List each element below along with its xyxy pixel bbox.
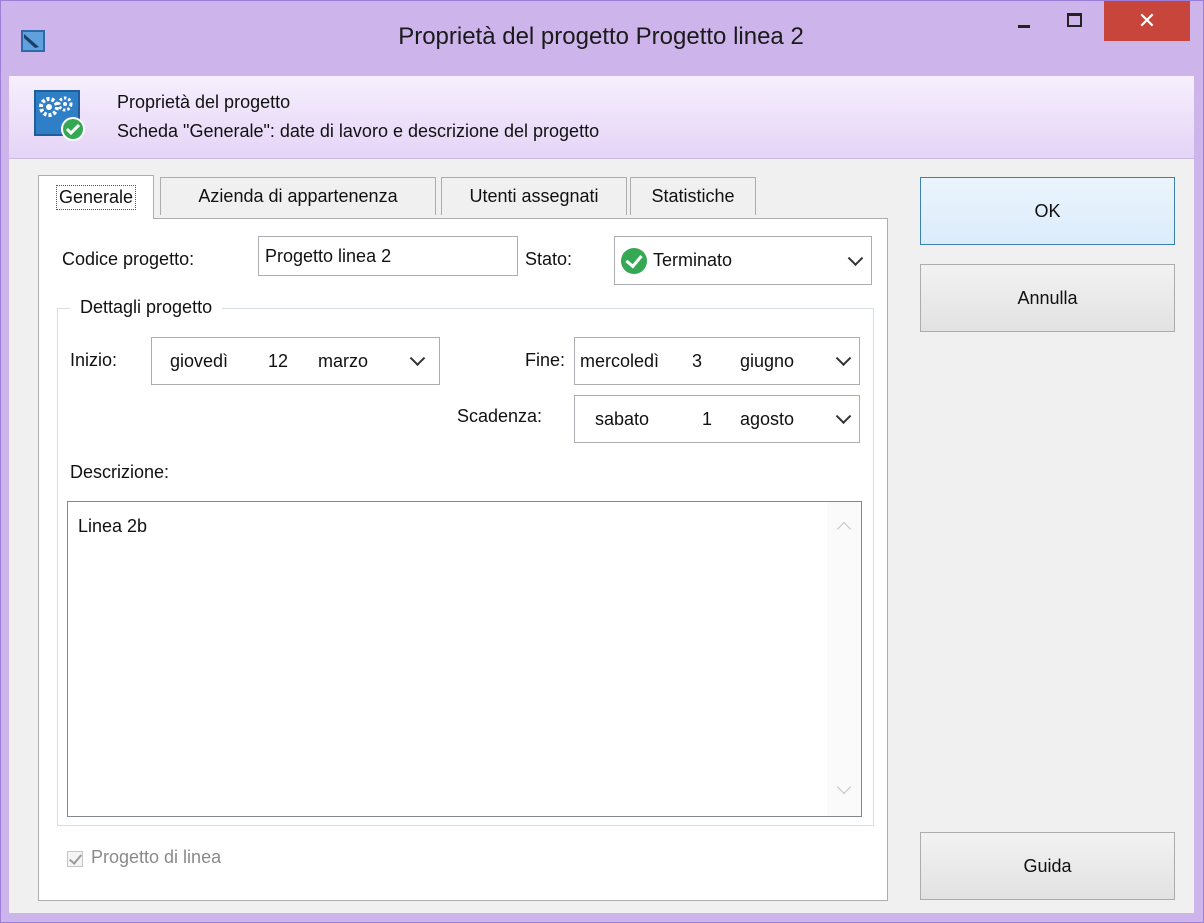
state-select[interactable]: Terminato bbox=[614, 236, 872, 285]
end-label: Fine: bbox=[525, 350, 566, 370]
start-label: Inizio: bbox=[70, 350, 118, 370]
close-icon: ✕ bbox=[1137, 8, 1157, 33]
help-button[interactable]: Guida bbox=[920, 832, 1175, 900]
start-day: 12 bbox=[268, 350, 289, 371]
ok-button[interactable]: OK bbox=[920, 177, 1175, 245]
deadline-day: 1 bbox=[702, 408, 713, 429]
start-month: marzo bbox=[318, 350, 369, 371]
deadline-weekday: sabato bbox=[595, 408, 650, 429]
start-date-picker[interactable]: giovedì 12 marzo bbox=[151, 337, 440, 385]
close-button[interactable]: ✕ bbox=[1104, 1, 1190, 41]
dialog-header: Proprietà del progetto Scheda "Generale"… bbox=[9, 76, 1194, 159]
chevron-down-icon bbox=[835, 350, 852, 367]
end-date-picker[interactable]: mercoledì 3 giugno bbox=[574, 337, 860, 385]
details-group-title: Dettagli progetto bbox=[70, 297, 223, 318]
settings-check-icon bbox=[34, 90, 85, 141]
tab-utenti[interactable]: Utenti assegnati bbox=[441, 177, 627, 215]
state-value: Terminato bbox=[653, 250, 733, 270]
description-textarea[interactable]: Linea 2b bbox=[67, 501, 862, 817]
line-project-checkbox[interactable] bbox=[67, 851, 83, 867]
check-circle-icon bbox=[621, 247, 647, 274]
chevron-down-icon bbox=[409, 350, 426, 367]
scroll-up-icon[interactable] bbox=[836, 521, 852, 537]
description-scrollbar[interactable] bbox=[827, 502, 861, 816]
app-icon bbox=[21, 30, 45, 52]
minimize-icon bbox=[1018, 24, 1030, 28]
state-label: Stato: bbox=[525, 249, 573, 269]
scroll-down-icon[interactable] bbox=[836, 779, 852, 795]
maximize-icon bbox=[1066, 13, 1082, 27]
header-title: Proprietà del progetto bbox=[117, 92, 291, 112]
end-month: giugno bbox=[740, 350, 795, 371]
window-title: Proprietà del progetto Progetto linea 2 bbox=[398, 23, 804, 50]
end-day: 3 bbox=[692, 350, 703, 371]
start-weekday: giovedì bbox=[170, 350, 229, 371]
minimize-button[interactable] bbox=[1004, 1, 1044, 39]
deadline-label: Scadenza: bbox=[457, 406, 543, 426]
title-bar[interactable]: Proprietà del progetto Progetto linea 2 … bbox=[1, 1, 1203, 77]
code-input[interactable]: Progetto linea 2 bbox=[258, 236, 518, 276]
tab-generale[interactable]: Generale bbox=[38, 175, 154, 219]
tab-statistiche[interactable]: Statistiche bbox=[630, 177, 756, 215]
description-label: Descrizione: bbox=[70, 462, 170, 482]
cancel-button[interactable]: Annulla bbox=[920, 264, 1175, 332]
deadline-month: agosto bbox=[740, 408, 795, 429]
chevron-down-icon bbox=[835, 408, 852, 425]
code-label: Codice progetto: bbox=[62, 249, 195, 269]
end-weekday: mercoledì bbox=[580, 350, 660, 371]
maximize-button[interactable] bbox=[1054, 1, 1094, 39]
header-subtitle: Scheda "Generale": date di lavoro e desc… bbox=[117, 121, 600, 141]
deadline-date-picker[interactable]: sabato 1 agosto bbox=[574, 395, 860, 443]
line-project-label: Progetto di linea bbox=[91, 847, 222, 867]
chevron-down-icon bbox=[847, 249, 864, 266]
tab-azienda[interactable]: Azienda di appartenenza bbox=[160, 177, 436, 215]
description-text: Linea 2b bbox=[78, 516, 148, 536]
